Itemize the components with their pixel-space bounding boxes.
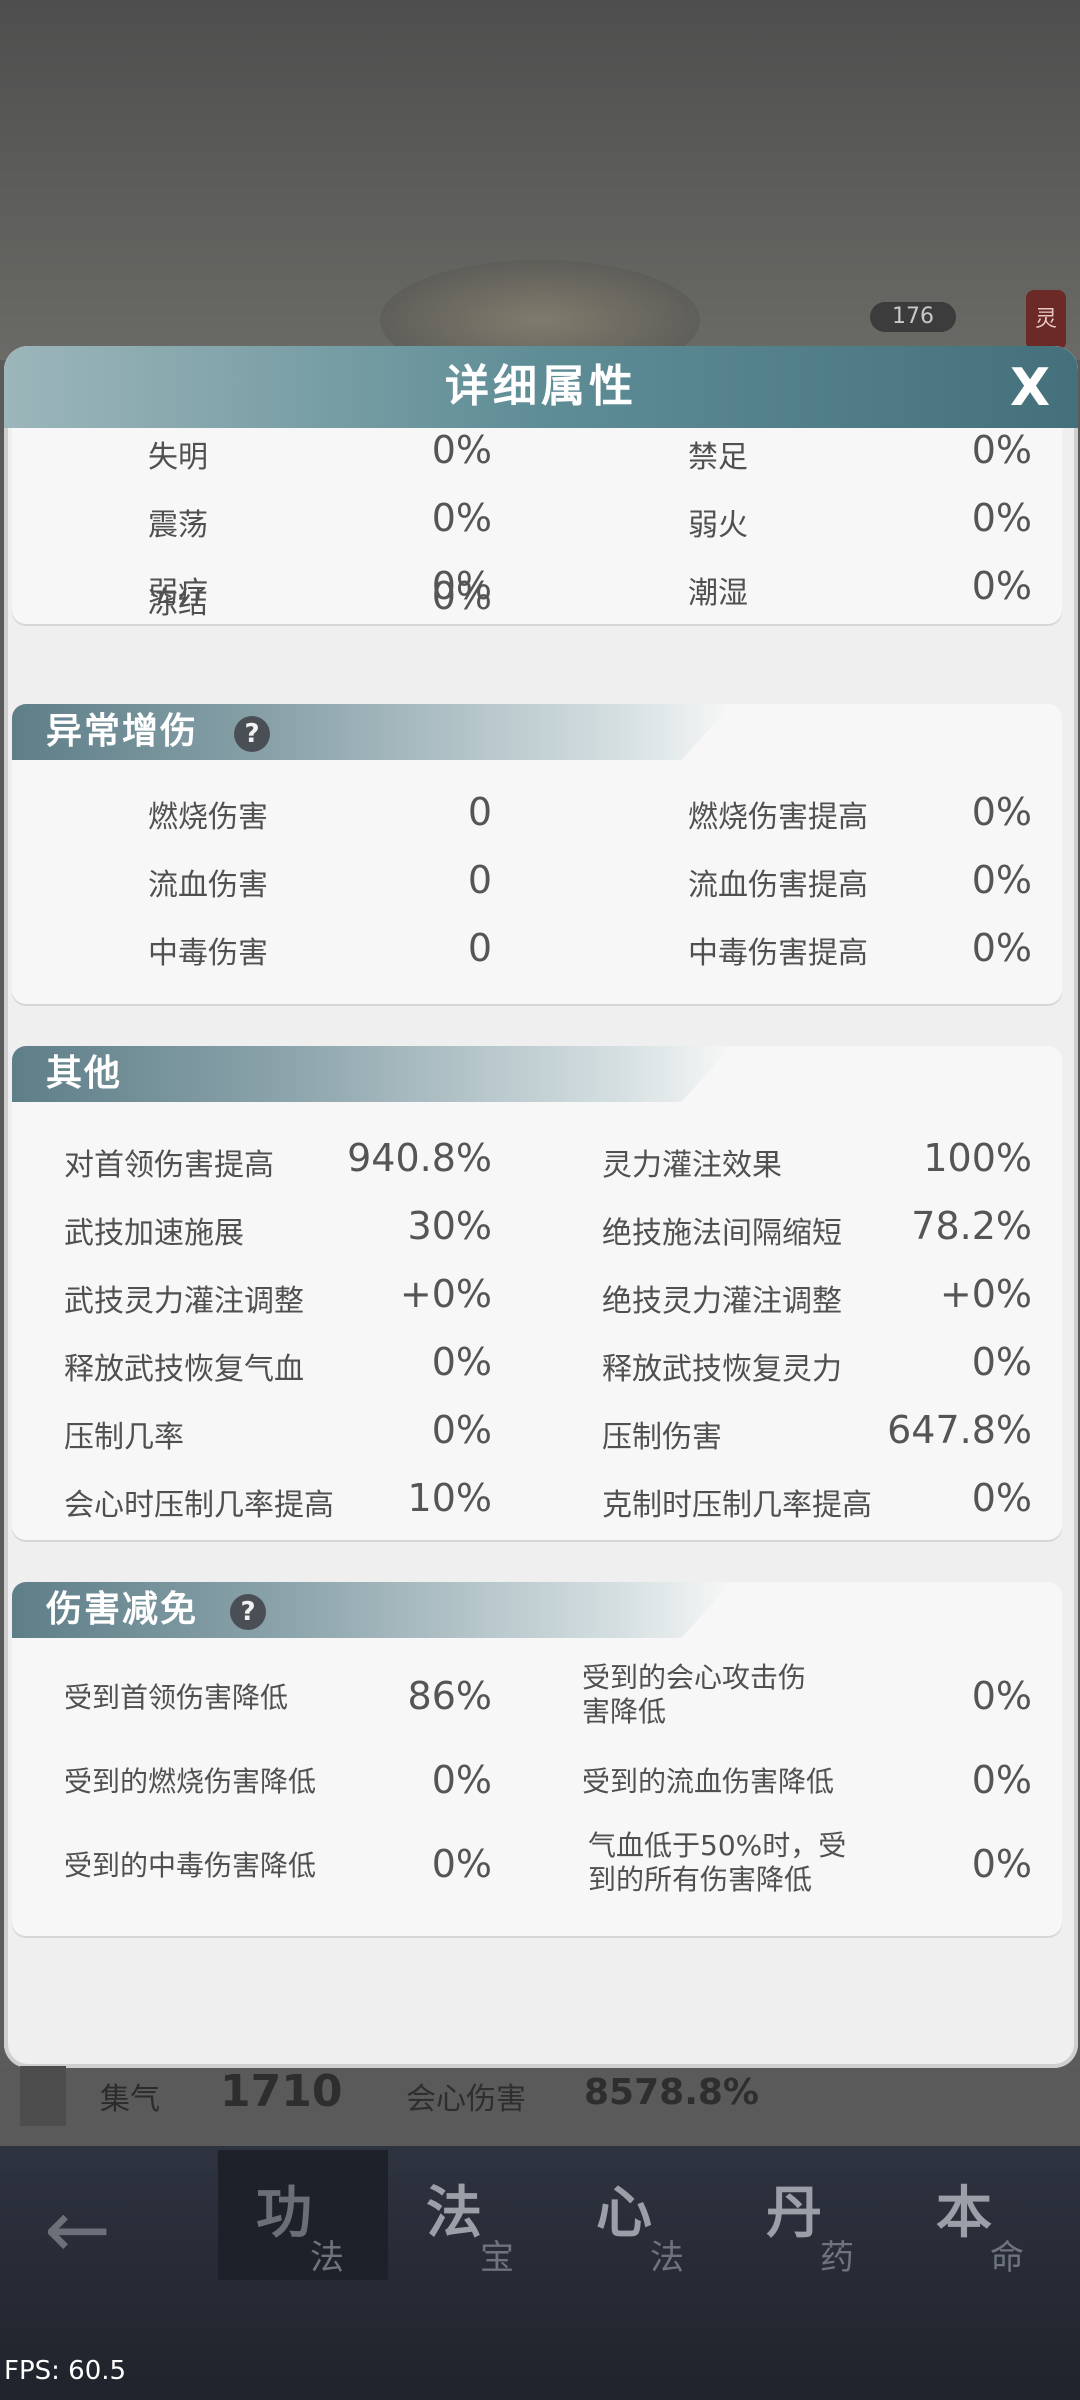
side-tag[interactable]: 灵 bbox=[1026, 290, 1066, 350]
fps-counter: FPS: 60.5 bbox=[4, 2356, 127, 2386]
stat-label: 到的所有伤害降低 bbox=[588, 1863, 813, 1896]
stat-value: 0% bbox=[431, 1842, 492, 1886]
stat-value: +0% bbox=[399, 1272, 492, 1316]
tab-sublabel: 药 bbox=[820, 2238, 854, 2278]
stat-label: 受到的燃烧伤害降低 bbox=[64, 1765, 317, 1798]
tab-fabao[interactable]: 法 宝 bbox=[388, 2150, 558, 2280]
stat-label: 绝技施法间隔缩短 bbox=[602, 1216, 842, 1251]
stat-label: 对首领伤害提高 bbox=[64, 1148, 274, 1183]
stat-value: 647.8% bbox=[887, 1408, 1032, 1452]
stat-value: 30% bbox=[407, 1204, 492, 1248]
stats-bar bbox=[0, 2068, 1080, 2148]
stat-value: 0% bbox=[971, 428, 1032, 472]
stat-value: 0% bbox=[431, 1758, 492, 1802]
stat-label: 受到的中毒伤害降低 bbox=[64, 1849, 317, 1882]
stat-label: 绝技灵力灌注调整 bbox=[602, 1284, 842, 1319]
tab-sublabel: 法 bbox=[310, 2238, 344, 2278]
stat-value: 0% bbox=[971, 926, 1032, 970]
close-button[interactable]: X bbox=[1002, 360, 1058, 416]
stat-value: 0% bbox=[431, 428, 492, 472]
tab-label: 功 bbox=[256, 2181, 312, 2246]
qi-label: 集气 bbox=[100, 2082, 160, 2117]
stat-label: 气血低于50%时，受 bbox=[588, 1829, 847, 1862]
back-arrow-icon[interactable]: ← bbox=[44, 2190, 144, 2270]
stat-label: 震荡 bbox=[148, 508, 208, 543]
stat-label: 中毒伤害 bbox=[148, 936, 268, 971]
attributes-scroll-area[interactable]: 失明 0% 禁足 0% 震荡 0% 弱火 0% 弱疗 0% 潮湿 0% 冻结 0… bbox=[4, 428, 1078, 2028]
stat-label: 害降低 bbox=[582, 1695, 667, 1728]
tab-sublabel: 命 bbox=[990, 2238, 1024, 2278]
tab-label: 法 bbox=[426, 2181, 482, 2246]
stat-label: 禁足 bbox=[688, 440, 748, 475]
qi-value: 1710 bbox=[220, 2066, 343, 2117]
stat-label: 释放武技恢复灵力 bbox=[602, 1352, 842, 1387]
modal-title: 详细属性 bbox=[445, 361, 637, 412]
stat-label: 压制几率 bbox=[64, 1420, 184, 1455]
stat-value: 0% bbox=[971, 858, 1032, 902]
abnormal-damage-card: 异常增伤 ? 燃烧伤害 0 燃烧伤害提高 0% 流血伤害 0 流血伤害提高 0%… bbox=[12, 704, 1062, 1004]
stat-value: 0% bbox=[971, 1476, 1032, 1520]
stat-label: 流血伤害提高 bbox=[688, 868, 868, 903]
tab-sublabel: 法 bbox=[650, 2238, 684, 2278]
card-title: 异常增伤 bbox=[46, 711, 199, 752]
stat-value: 0 bbox=[467, 858, 492, 902]
tab-label: 心 bbox=[596, 2181, 652, 2246]
tab-sublabel: 宝 bbox=[480, 2238, 514, 2278]
stat-value: +0% bbox=[939, 1272, 1032, 1316]
stat-value: 0% bbox=[431, 574, 492, 618]
stat-value: 0% bbox=[431, 1340, 492, 1384]
stat-label: 中毒伤害提高 bbox=[688, 936, 868, 971]
stat-label: 失明 bbox=[148, 440, 208, 475]
stat-label: 释放武技恢复气血 bbox=[64, 1352, 304, 1387]
stat-label: 武技灵力灌注调整 bbox=[64, 1284, 304, 1319]
stat-value: 100% bbox=[923, 1136, 1032, 1180]
help-icon[interactable] bbox=[20, 2066, 66, 2126]
stat-label: 灵力灌注效果 bbox=[602, 1148, 782, 1183]
stat-label: 武技加速施展 bbox=[64, 1216, 244, 1251]
stat-label: 流血伤害 bbox=[148, 868, 268, 903]
stat-label: 燃烧伤害 bbox=[148, 800, 268, 835]
card-title: 其他 bbox=[46, 1053, 123, 1094]
tab-gongfa[interactable]: 功 法 bbox=[218, 2150, 388, 2280]
damage-reduction-card: 伤害减免 ? 受到首领伤害降低 86% 受到的会心攻击伤 害降低 0% 受到的燃… bbox=[12, 1582, 1062, 1936]
stat-value: 0% bbox=[971, 1340, 1032, 1384]
stat-value: 10% bbox=[407, 1476, 492, 1520]
crit-damage-value: 8578.8% bbox=[584, 2072, 759, 2113]
crit-damage-label: 会心伤害 bbox=[406, 2082, 526, 2117]
card-title: 伤害减免 bbox=[46, 1589, 199, 1630]
tab-label: 丹 bbox=[766, 2181, 822, 2246]
stat-value: 0% bbox=[971, 496, 1032, 540]
stat-label: 冻结 bbox=[148, 586, 208, 621]
stat-value: 0% bbox=[971, 1842, 1032, 1886]
stat-value: 0 bbox=[467, 926, 492, 970]
stat-value: 0% bbox=[431, 1408, 492, 1452]
tab-benming[interactable]: 本 命 bbox=[898, 2150, 1068, 2280]
stat-value: 78.2% bbox=[911, 1204, 1032, 1248]
stat-value: 0% bbox=[971, 1674, 1032, 1718]
stat-label: 受到的会心攻击伤 bbox=[582, 1661, 807, 1694]
stat-label: 压制伤害 bbox=[602, 1420, 722, 1455]
detail-attributes-modal: 详细属性 X 失明 0% 禁足 0% 震荡 0% 弱火 0% 弱疗 0% 潮湿 … bbox=[4, 346, 1078, 2068]
stat-label: 燃烧伤害提高 bbox=[688, 800, 868, 835]
tab-danyao[interactable]: 丹 药 bbox=[728, 2150, 898, 2280]
stat-value: 0% bbox=[971, 790, 1032, 834]
tab-label: 本 bbox=[936, 2181, 992, 2246]
stat-label: 克制时压制几率提高 bbox=[602, 1488, 872, 1523]
level-counter: 176 bbox=[870, 302, 956, 332]
other-card: 其他 对首领伤害提高 940.8% 灵力灌注效果 100% 武技加速施展 30%… bbox=[12, 1046, 1062, 1540]
stat-label: 会心时压制几率提高 bbox=[64, 1488, 334, 1523]
stat-label: 受到首领伤害降低 bbox=[64, 1681, 289, 1714]
stat-value: 940.8% bbox=[347, 1136, 492, 1180]
stat-label: 弱火 bbox=[688, 508, 748, 543]
help-icon[interactable]: ? bbox=[230, 1594, 266, 1630]
help-icon[interactable]: ? bbox=[234, 716, 270, 752]
stat-value: 0 bbox=[467, 790, 492, 834]
resist-card-last-row: 冻结 0% bbox=[12, 574, 1062, 621]
stat-value: 0% bbox=[431, 496, 492, 540]
tab-xinfa[interactable]: 心 法 bbox=[558, 2150, 728, 2280]
stat-label: 受到的流血伤害降低 bbox=[582, 1765, 835, 1798]
stat-value: 86% bbox=[407, 1674, 492, 1718]
stat-value: 0% bbox=[971, 1758, 1032, 1802]
